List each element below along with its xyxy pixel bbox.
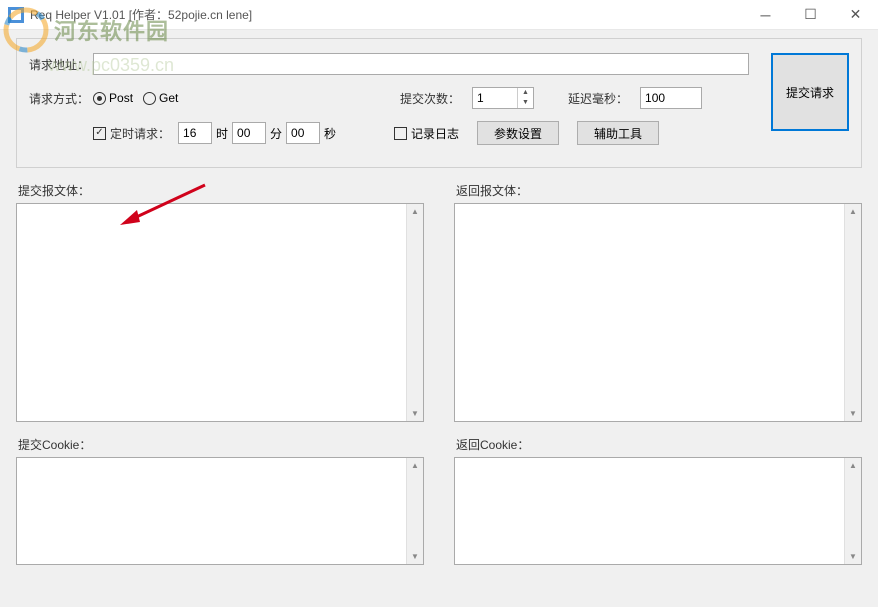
submit-count-input[interactable] — [473, 88, 517, 108]
delay-label: 延迟毫秒： — [568, 90, 628, 107]
maximize-button[interactable]: ☐ — [788, 0, 833, 29]
close-button[interactable]: ✕ — [833, 0, 878, 29]
delay-input[interactable] — [640, 87, 702, 109]
url-input[interactable] — [93, 53, 749, 75]
request-body-label: 提交报文体： — [18, 182, 424, 199]
radio-post[interactable]: Post — [93, 91, 133, 105]
content-area: 请求地址： 请求方式： Post Get 提交次数： ▲▼ — [0, 30, 878, 607]
log-checkbox[interactable] — [394, 127, 407, 140]
submit-count-label: 提交次数： — [400, 90, 460, 107]
timed-checkbox[interactable] — [93, 127, 106, 140]
response-body-label: 返回报文体： — [456, 182, 862, 199]
titlebar: Req Helper V1.01 [作者：52pojie.cn lene] ─ … — [0, 0, 878, 30]
radio-post-label: Post — [109, 91, 133, 105]
url-row: 请求地址： — [29, 53, 849, 75]
scrollbar[interactable]: ▲▼ — [844, 458, 861, 564]
request-body-textarea[interactable]: ▲▼ — [16, 203, 424, 422]
request-config-group: 请求地址： 请求方式： Post Get 提交次数： ▲▼ — [16, 38, 862, 168]
spinner-arrows[interactable]: ▲▼ — [517, 88, 533, 108]
aux-tools-button[interactable]: 辅助工具 — [577, 121, 659, 145]
timed-label: 定时请求： — [110, 125, 170, 142]
method-row: 请求方式： Post Get 提交次数： ▲▼ 延迟毫秒： — [29, 87, 849, 109]
window-controls: ─ ☐ ✕ — [743, 0, 878, 29]
radio-get[interactable]: Get — [143, 91, 178, 105]
min-unit: 分 — [270, 125, 282, 142]
body-columns: 提交报文体： ▲▼ 返回报文体： ▲▼ — [16, 168, 862, 422]
radio-post-icon — [93, 92, 106, 105]
time-hour-input[interactable] — [178, 122, 212, 144]
param-settings-button[interactable]: 参数设置 — [477, 121, 559, 145]
scrollbar[interactable]: ▲▼ — [406, 204, 423, 421]
window-title: Req Helper V1.01 [作者：52pojie.cn lene] — [30, 6, 743, 23]
url-label: 请求地址： — [29, 56, 89, 73]
request-cookie-textarea[interactable]: ▲▼ — [16, 457, 424, 565]
log-label: 记录日志 — [411, 125, 459, 142]
response-body-textarea[interactable]: ▲▼ — [454, 203, 862, 422]
radio-get-label: Get — [159, 91, 178, 105]
scrollbar[interactable]: ▲▼ — [406, 458, 423, 564]
schedule-row: 定时请求： 时 分 秒 记录日志 参数设置 辅助工具 — [29, 121, 849, 145]
sec-unit: 秒 — [324, 125, 336, 142]
response-cookie-label: 返回Cookie： — [456, 436, 862, 453]
method-label: 请求方式： — [29, 90, 89, 107]
submit-count-spinner[interactable]: ▲▼ — [472, 87, 534, 109]
minimize-button[interactable]: ─ — [743, 0, 788, 29]
hour-unit: 时 — [216, 125, 228, 142]
scrollbar[interactable]: ▲▼ — [844, 204, 861, 421]
time-sec-input[interactable] — [286, 122, 320, 144]
submit-request-button[interactable]: 提交请求 — [771, 53, 849, 131]
radio-get-icon — [143, 92, 156, 105]
app-icon — [8, 7, 24, 23]
response-cookie-textarea[interactable]: ▲▼ — [454, 457, 862, 565]
cookie-columns: 提交Cookie： ▲▼ 返回Cookie： ▲▼ — [16, 422, 862, 565]
time-min-input[interactable] — [232, 122, 266, 144]
request-cookie-label: 提交Cookie： — [18, 436, 424, 453]
